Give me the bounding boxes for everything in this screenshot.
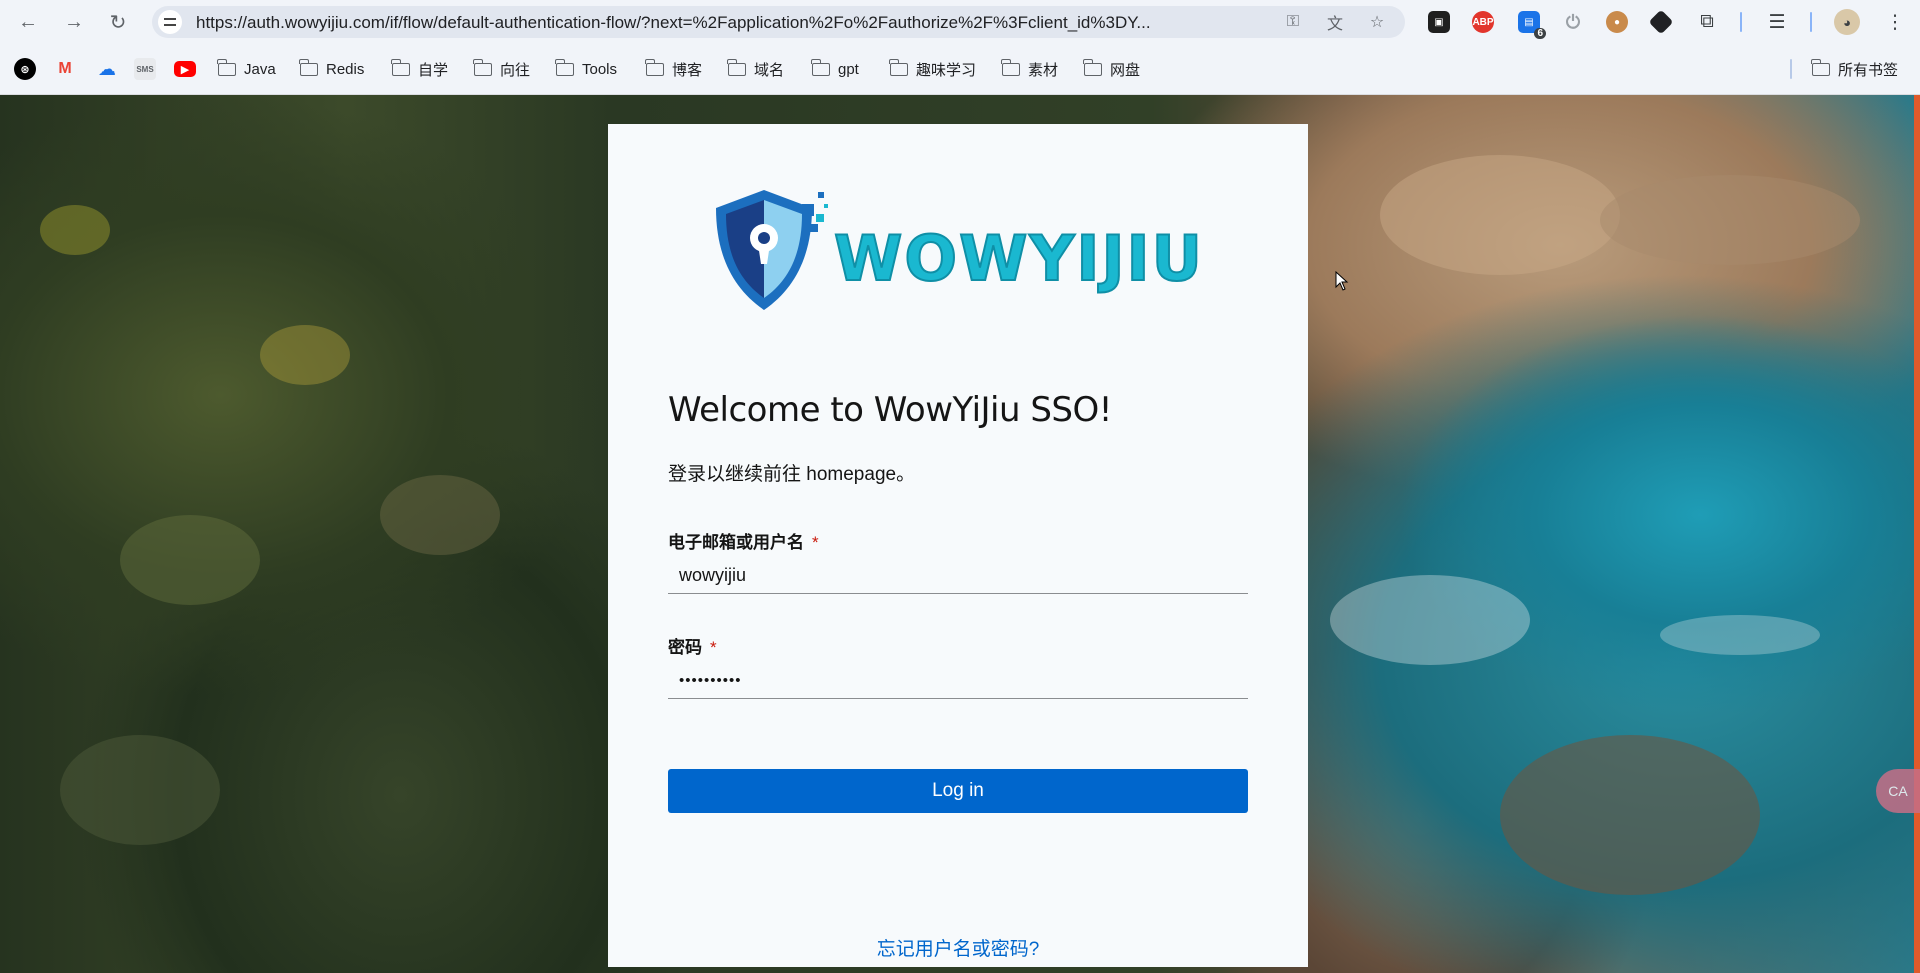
- required-asterisk: *: [812, 533, 819, 552]
- login-button[interactable]: Log in: [668, 769, 1248, 813]
- folder-icon: [645, 58, 664, 76]
- folder-icon: [889, 58, 908, 76]
- password-label: 密码 *: [668, 633, 717, 658]
- bookmark-folder-java[interactable]: Java: [217, 57, 276, 81]
- folder-icon: [727, 58, 746, 76]
- bookmark-folder-assets[interactable]: 素材: [1001, 57, 1059, 81]
- site-info-icon[interactable]: [158, 10, 182, 34]
- background-rocks: [1380, 155, 1620, 275]
- cloud-favicon-icon[interactable]: ☁: [96, 58, 118, 80]
- bookmark-folder-aspire[interactable]: 向往: [473, 57, 531, 81]
- bookmark-label: 所有书签: [1838, 61, 1899, 79]
- browser-menu-icon[interactable]: ⋮: [1882, 9, 1908, 35]
- password-label-text: 密码: [668, 638, 702, 657]
- bookmark-label: 素材: [1028, 61, 1059, 79]
- background-rocks: [1500, 735, 1760, 895]
- background-foliage: [260, 325, 350, 385]
- background-foliage: [60, 735, 220, 845]
- floating-assistant-button[interactable]: CA: [1876, 769, 1920, 813]
- mouse-cursor-icon: [1335, 271, 1349, 291]
- background-rocks: [1600, 175, 1860, 265]
- bookmark-label: Java: [244, 60, 276, 78]
- username-label-text: 电子邮箱或用户名: [668, 533, 804, 552]
- openai-favicon-icon[interactable]: ⊛: [14, 58, 36, 80]
- logo-wordmark: WOWYIJIU: [834, 222, 1204, 295]
- page-edge-strip: [1914, 95, 1920, 973]
- folder-icon: [299, 58, 318, 76]
- password-input[interactable]: [668, 663, 1248, 699]
- reading-list-icon[interactable]: ☰: [1764, 9, 1790, 35]
- bookmark-label: 博客: [672, 61, 703, 79]
- required-asterisk: *: [710, 638, 717, 657]
- bookmark-folder-redis[interactable]: Redis: [299, 57, 365, 81]
- forward-arrow-icon[interactable]: →: [60, 8, 88, 36]
- cookie-extension-icon[interactable]: ●: [1606, 11, 1628, 33]
- bookmarks-bar: ⊛ M ☁ SMS ▶ Java Redis 自学 向往 Tools 博客 域名…: [0, 44, 1920, 95]
- background-surf: [1660, 615, 1820, 655]
- sms-favicon-icon[interactable]: SMS: [134, 58, 156, 80]
- login-subtitle: 登录以继续前往 homepage。: [668, 464, 916, 485]
- bookmark-label: 趣味学习: [916, 61, 977, 79]
- page-viewport: WOWYIJIU Welcome to WowYiJiu SSO! 登录以继续前…: [0, 95, 1920, 973]
- page-title: Welcome to WowYiJiu SSO!: [668, 390, 1112, 430]
- back-arrow-icon[interactable]: ←: [14, 8, 42, 36]
- folder-icon: [391, 58, 410, 76]
- all-bookmarks-folder[interactable]: 所有书签: [1811, 57, 1899, 81]
- bookmark-label: 向往: [500, 61, 531, 79]
- browser-toolbar: ← → ↻ https://auth.wowyijiu.com/if/flow/…: [0, 0, 1920, 44]
- folder-icon: [217, 58, 236, 76]
- folder-icon: [1083, 58, 1102, 76]
- key-icon[interactable]: ⚿: [1282, 11, 1304, 33]
- adblock-extension-icon[interactable]: ABP: [1472, 11, 1494, 33]
- calendar-extension-icon[interactable]: ▤ 6: [1518, 11, 1546, 39]
- toolbar-divider: [1740, 12, 1742, 32]
- username-label: 电子邮箱或用户名 *: [668, 528, 819, 553]
- bookmark-label: Redis: [326, 60, 365, 78]
- username-input[interactable]: [668, 558, 1248, 594]
- bookmark-label: 自学: [418, 61, 449, 79]
- bookmark-folder-gpt[interactable]: gpt: [811, 57, 859, 81]
- adblock-label: ABP: [1472, 16, 1494, 28]
- folder-icon: [1811, 58, 1830, 76]
- address-bar[interactable]: https://auth.wowyijiu.com/if/flow/defaul…: [152, 6, 1405, 38]
- shield-extension-icon[interactable]: [1648, 9, 1674, 35]
- background-foliage: [40, 205, 110, 255]
- calendar-badge: 6: [1534, 28, 1546, 39]
- translate-icon[interactable]: 文: [1324, 11, 1346, 33]
- wowyijiu-logo: WOWYIJIU: [716, 190, 1204, 310]
- bookmark-label: 域名: [754, 61, 785, 79]
- toolbar-divider: [1810, 12, 1812, 32]
- folder-icon: [1001, 58, 1020, 76]
- bookmark-label: Tools: [582, 60, 618, 78]
- tab-manager-extension-icon[interactable]: ▣: [1428, 11, 1450, 33]
- reload-icon[interactable]: ↻: [104, 8, 132, 36]
- folder-icon: [811, 58, 830, 76]
- background-foliage: [120, 515, 260, 605]
- folder-icon: [473, 58, 492, 76]
- url-text[interactable]: https://auth.wowyijiu.com/if/flow/defaul…: [196, 13, 1256, 33]
- bookmark-folder-blog[interactable]: 博客: [645, 57, 703, 81]
- bookmark-folder-tools[interactable]: Tools: [555, 57, 618, 81]
- extensions-puzzle-icon[interactable]: ⧉: [1694, 9, 1720, 35]
- bookmark-label: gpt: [838, 60, 859, 78]
- bookmark-folder-fun-learning[interactable]: 趣味学习: [889, 57, 977, 81]
- bookmark-folder-netdisk[interactable]: 网盘: [1083, 57, 1141, 81]
- power-extension-icon[interactable]: ⏻: [1562, 11, 1584, 33]
- profile-avatar[interactable]: ◕: [1834, 9, 1860, 35]
- bookmark-folder-domains[interactable]: 域名: [727, 57, 785, 81]
- bookmarks-divider: [1790, 59, 1792, 79]
- bookmark-label: 网盘: [1110, 61, 1141, 79]
- bookmark-folder-self-study[interactable]: 自学: [391, 57, 449, 81]
- login-card: WOWYIJIU Welcome to WowYiJiu SSO! 登录以继续前…: [608, 124, 1308, 967]
- background-foliage: [380, 475, 500, 555]
- forgot-credentials-link[interactable]: 忘记用户名或密码?: [608, 934, 1308, 961]
- youtube-favicon-icon[interactable]: ▶: [174, 61, 196, 77]
- bookmark-star-icon[interactable]: ☆: [1366, 11, 1388, 33]
- folder-icon: [555, 58, 574, 76]
- background-surf: [1330, 575, 1530, 665]
- gmail-favicon-icon[interactable]: M: [54, 58, 76, 80]
